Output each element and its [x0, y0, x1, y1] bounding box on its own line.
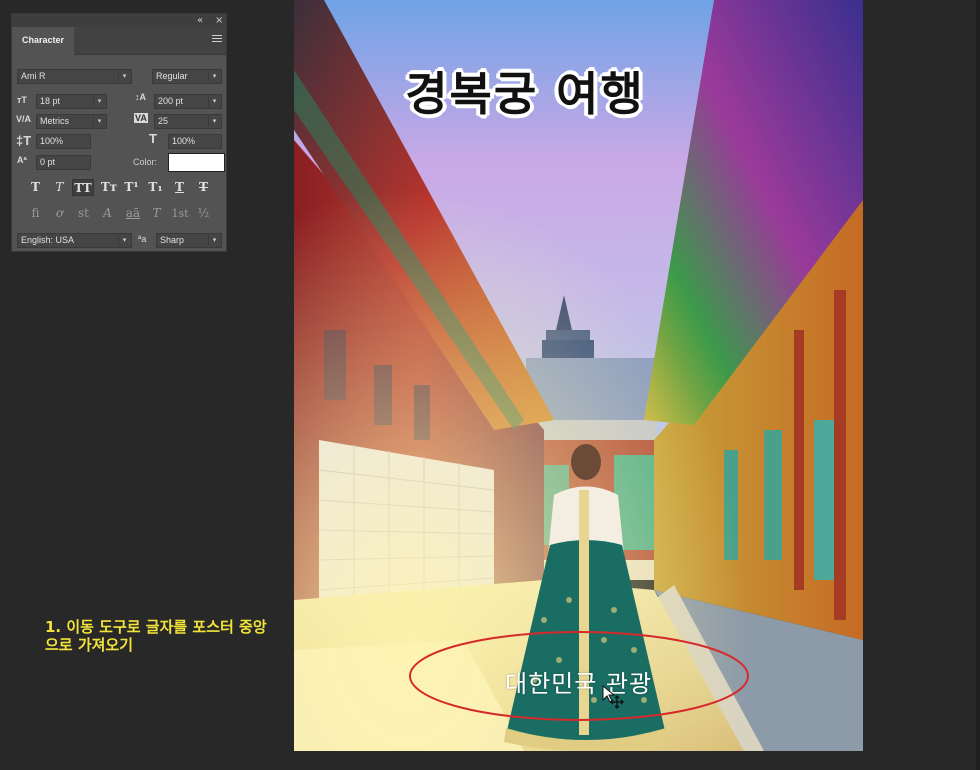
chevron-down-icon: ▾	[208, 96, 220, 107]
horizontal-scale-field[interactable]: 100%	[168, 134, 222, 149]
panel-menu-icon[interactable]	[212, 35, 222, 43]
kerning-select[interactable]: Metrics ▾	[36, 114, 107, 129]
underline-button[interactable]: T	[170, 179, 189, 196]
instruction-text: 1. 이동 도구로 글자를 포스터 중앙으로 가져오기	[45, 618, 267, 654]
font-size-field[interactable]: 18 pt ▾	[36, 94, 107, 109]
baseline-shift-icon: Aª	[17, 155, 27, 165]
strikethrough-button[interactable]: T	[194, 179, 213, 196]
collapse-icon[interactable]: «	[197, 14, 203, 27]
horizontal-scale-icon: T	[149, 131, 157, 146]
leading-icon: ↕A	[135, 92, 146, 102]
chevron-down-icon: ▾	[118, 71, 130, 82]
color-label: Color:	[133, 157, 158, 167]
opentype-buttons: fi ơ st A aā T 1st ½	[26, 205, 216, 223]
horizontal-scale-value: 100%	[172, 136, 196, 146]
vertical-scale-value: 100%	[40, 136, 64, 146]
baseline-shift-value: 0 pt	[40, 157, 56, 167]
panel-tab-bar: Character	[12, 27, 226, 55]
subscript-button[interactable]: T₁	[146, 179, 165, 196]
workspace-edge	[976, 0, 980, 770]
panel-title-bar: « ×	[12, 14, 226, 27]
kerning-value: Metrics	[40, 116, 69, 126]
language-select[interactable]: English: USA ▾	[17, 233, 132, 248]
vertical-scale-field[interactable]: 100%	[36, 134, 91, 149]
ordinals-button[interactable]: 1st	[168, 205, 192, 222]
font-size-value: 18 pt	[40, 96, 61, 106]
small-caps-button[interactable]: Tт	[98, 179, 120, 196]
font-size-icon: ᴛT	[17, 95, 27, 105]
chevron-down-icon: ▾	[208, 116, 220, 127]
antialias-icon: ªa	[138, 234, 147, 244]
font-style-select[interactable]: Regular ▾	[152, 69, 222, 84]
tracking-field[interactable]: 25 ▾	[154, 114, 222, 129]
move-tool-cursor-icon	[602, 684, 624, 709]
antialias-select[interactable]: Sharp ▾	[156, 233, 222, 248]
language-value: English: USA	[21, 235, 75, 245]
chevron-down-icon: ▾	[118, 235, 130, 246]
kerning-icon: V/A	[16, 114, 32, 124]
font-family-select[interactable]: Ami R ▾	[17, 69, 132, 84]
chevron-down-icon: ▾	[93, 116, 105, 127]
superscript-button[interactable]: T¹	[122, 179, 141, 196]
font-style-buttons: T T TT Tт T¹ T₁ T T	[26, 179, 216, 197]
character-panel: « × Character Ami R ▾ Regular ▾ ᴛT 18 pt…	[11, 13, 227, 252]
leading-value: 200 pt	[158, 96, 184, 106]
chevron-down-icon: ▾	[208, 71, 220, 82]
font-style-value: Regular	[156, 71, 188, 81]
ligatures-button[interactable]: fi	[26, 205, 45, 222]
old-style-button[interactable]: ơ	[50, 205, 69, 222]
text-color-swatch[interactable]	[168, 153, 225, 172]
antialias-value: Sharp	[160, 235, 185, 245]
baseline-shift-field[interactable]: 0 pt	[36, 155, 91, 170]
leading-field[interactable]: 200 pt ▾	[154, 94, 222, 109]
all-caps-button[interactable]: TT	[72, 179, 94, 196]
font-family-value: Ami R	[21, 71, 46, 81]
close-icon[interactable]: ×	[215, 14, 223, 27]
chevron-down-icon: ▾	[93, 96, 105, 107]
tracking-value: 25	[158, 116, 169, 126]
tab-character[interactable]: Character	[12, 27, 74, 55]
poster-title: 경복궁 여행	[405, 67, 645, 121]
faux-italic-button[interactable]: T	[50, 179, 69, 196]
chevron-down-icon: ▾	[208, 235, 220, 246]
poster-subtitle-text-layer[interactable]: 대한민국 관광	[505, 664, 675, 699]
swash-button[interactable]: A	[98, 205, 117, 222]
titling-alternates-button[interactable]: T	[147, 205, 166, 222]
vertical-scale-icon: ‡T	[16, 133, 32, 148]
tracking-icon: VA	[134, 113, 148, 123]
faux-bold-button[interactable]: T	[26, 179, 45, 196]
discretionary-ligatures-button[interactable]: st	[74, 205, 93, 222]
stylistic-alternates-button[interactable]: aā	[121, 205, 145, 222]
fractions-button[interactable]: ½	[194, 205, 213, 222]
